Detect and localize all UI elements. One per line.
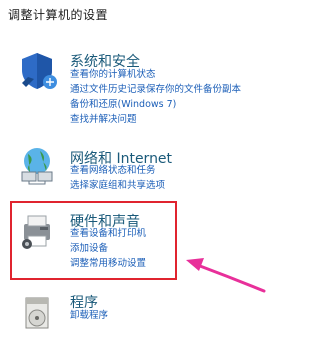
link-network-status-tasks[interactable]: 查看网络状态和任务 [70,163,165,178]
highlight-box [10,201,177,280]
link-homegroup-sharing[interactable]: 选择家庭组和共享选项 [70,178,165,193]
network-globe-icon[interactable] [16,144,58,186]
link-backup-restore[interactable]: 备份和还原(Windows 7) [70,97,241,112]
link-uninstall-program[interactable]: 卸载程序 [70,308,108,323]
programs-icon[interactable] [16,292,58,334]
page-title: 调整计算机的设置 [8,8,109,22]
link-view-computer-status[interactable]: 查看你的计算机状态 [70,67,241,82]
shield-icon[interactable] [16,50,58,92]
link-file-history-backup[interactable]: 通过文件历史记录保存你的文件备份副本 [70,82,241,97]
link-troubleshoot[interactable]: 查找并解决问题 [70,112,241,127]
